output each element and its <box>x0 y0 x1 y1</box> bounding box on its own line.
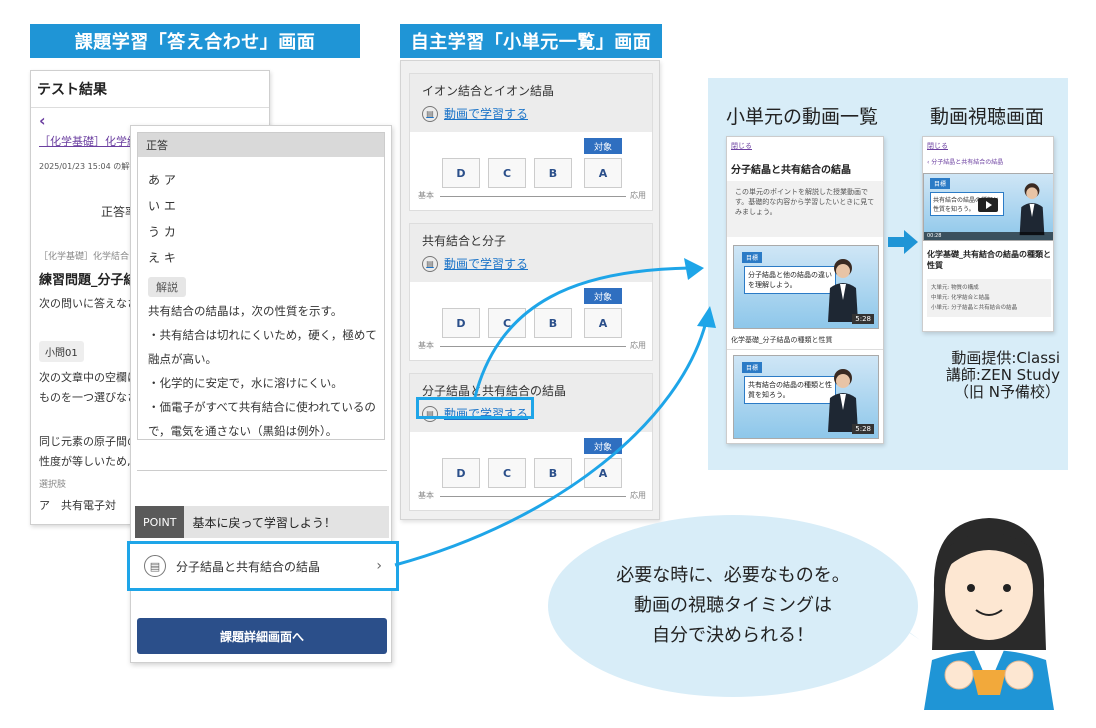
speech-bubble: 必要な時に、必要なものを。 動画の視聴タイミングは 自分で決められる！ <box>548 515 918 697</box>
student-illustration <box>924 518 1054 710</box>
bubble-line: 必要な時に、必要なものを。 <box>616 565 850 586</box>
flow-arrow-line <box>473 266 691 398</box>
bubble-line: 自分で決められる！ <box>652 625 814 646</box>
arrowhead-icon <box>684 258 704 280</box>
arrowhead-icon <box>697 306 716 328</box>
bubble-line: 動画の視聴タイミングは <box>634 595 832 616</box>
